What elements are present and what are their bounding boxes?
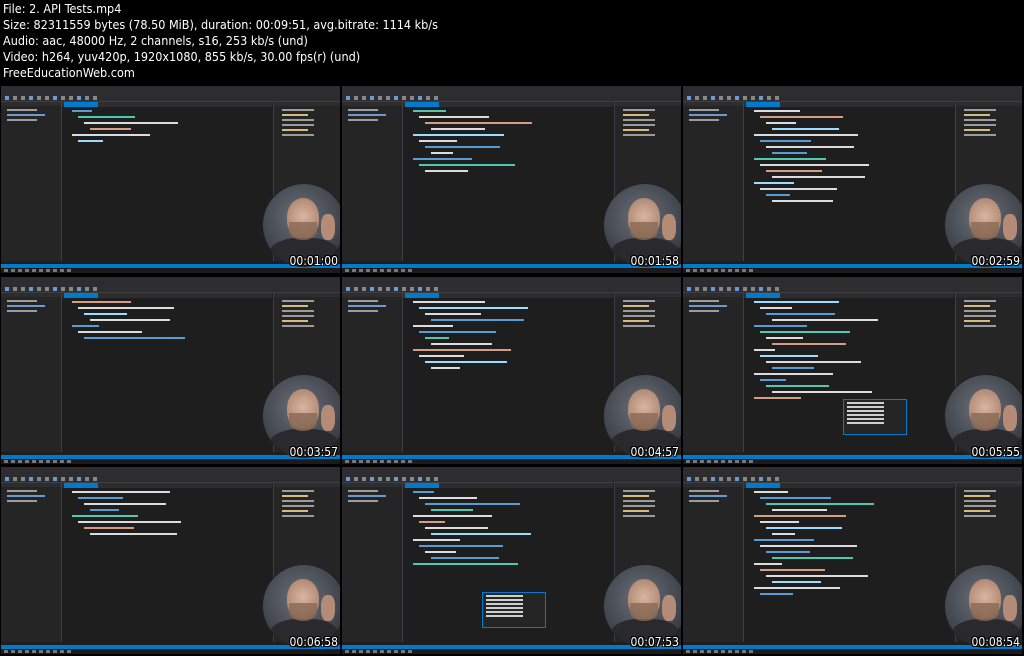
sql-server-object-explorer-pane xyxy=(683,102,744,261)
windows-taskbar xyxy=(683,649,1022,654)
timestamp-label: 00:04:57 xyxy=(630,445,679,459)
ide-toolbar xyxy=(683,476,1022,483)
windows-taskbar xyxy=(683,459,1022,464)
code-editor xyxy=(403,293,613,452)
timestamp-label: 00:08:54 xyxy=(971,635,1020,649)
code-editor xyxy=(744,102,954,261)
sql-server-object-explorer-pane xyxy=(1,483,62,642)
timestamp-label: 00:05:55 xyxy=(971,445,1020,459)
code-editor xyxy=(62,483,272,642)
file-name-line: File: 2. API Tests.mp4 xyxy=(3,1,122,16)
ide-toolbar xyxy=(1,95,340,102)
ide-toolbar xyxy=(342,476,681,483)
sql-server-object-explorer-pane xyxy=(342,483,403,642)
windows-taskbar xyxy=(342,268,681,273)
code-editor xyxy=(403,102,613,261)
ide-toolbar xyxy=(683,95,1022,102)
video-thumbnail[interactable]: 00:04:57 xyxy=(342,277,681,464)
timestamp-label: 00:06:58 xyxy=(289,635,338,649)
sql-server-object-explorer-pane xyxy=(342,293,403,452)
timestamp-label: 00:07:53 xyxy=(630,635,679,649)
timestamp-label: 00:01:00 xyxy=(289,254,338,268)
sql-server-object-explorer-pane xyxy=(683,483,744,642)
website-line: FreeEducationWeb.com xyxy=(3,65,135,80)
windows-taskbar xyxy=(342,649,681,654)
video-info-header: File: 2. API Tests.mp4 Size: 82311559 by… xyxy=(0,0,1024,84)
windows-taskbar xyxy=(1,268,340,273)
windows-taskbar xyxy=(1,459,340,464)
video-thumbnail[interactable]: 00:08:54 xyxy=(683,467,1022,654)
thumbnail-grid: 00:01:00 00:01:58 00:02:59 00:03:57 00:04:57… xyxy=(0,84,1024,656)
audio-line: Audio: aac, 48000 Hz, 2 channels, s16, 2… xyxy=(3,33,308,48)
intellisense-popup[interactable] xyxy=(843,399,907,435)
ide-toolbar xyxy=(683,286,1022,293)
windows-taskbar xyxy=(1,649,340,654)
timestamp-label: 00:02:59 xyxy=(971,254,1020,268)
size-line: Size: 82311559 bytes (78.50 MiB), durati… xyxy=(3,17,438,32)
sql-server-object-explorer-pane xyxy=(1,102,62,261)
timestamp-label: 00:03:57 xyxy=(289,445,338,459)
sql-server-object-explorer-pane xyxy=(1,293,62,452)
ide-toolbar xyxy=(342,95,681,102)
video-thumbnail[interactable]: 00:03:57 xyxy=(1,277,340,464)
sql-server-object-explorer-pane xyxy=(342,102,403,261)
video-line: Video: h264, yuv420p, 1920x1080, 855 kb/… xyxy=(3,49,361,64)
video-thumbnail[interactable]: 00:06:58 xyxy=(1,467,340,654)
ide-toolbar xyxy=(1,286,340,293)
sql-server-object-explorer-pane xyxy=(683,293,744,452)
code-editor xyxy=(62,293,272,452)
intellisense-popup[interactable] xyxy=(482,592,546,628)
windows-taskbar xyxy=(342,459,681,464)
windows-taskbar xyxy=(683,268,1022,273)
code-editor xyxy=(744,483,954,642)
video-thumbnail[interactable]: 00:07:53 xyxy=(342,467,681,654)
code-editor xyxy=(62,102,272,261)
ide-toolbar xyxy=(1,476,340,483)
video-thumbnail[interactable]: 00:02:59 xyxy=(683,86,1022,273)
ide-toolbar xyxy=(342,286,681,293)
video-thumbnail[interactable]: 00:01:00 xyxy=(1,86,340,273)
video-thumbnail[interactable]: 00:01:58 xyxy=(342,86,681,273)
video-thumbnail[interactable]: 00:05:55 xyxy=(683,277,1022,464)
timestamp-label: 00:01:58 xyxy=(630,254,679,268)
